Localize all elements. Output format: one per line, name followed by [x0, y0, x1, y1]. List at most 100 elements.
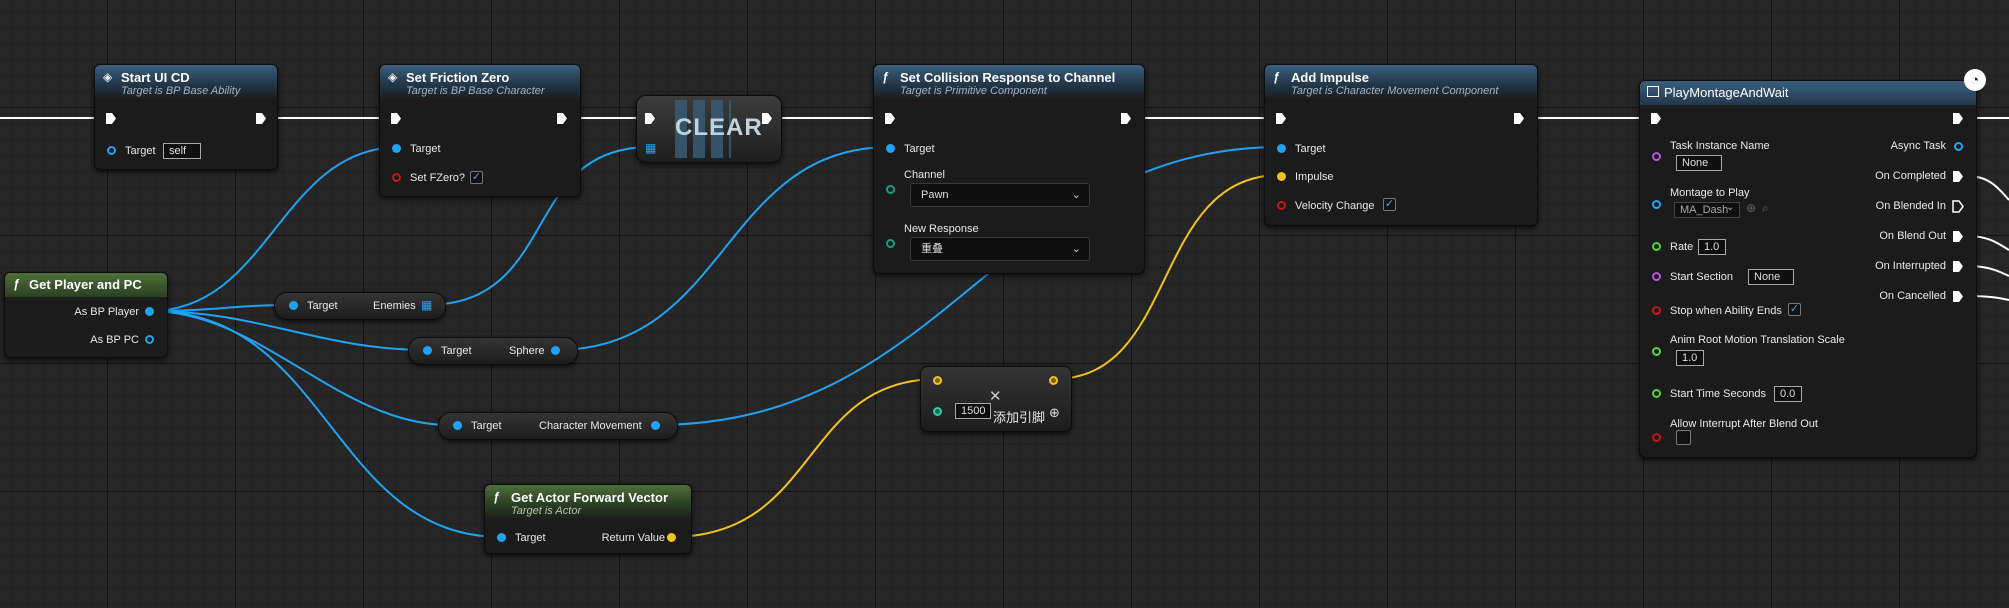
multiplier-field[interactable]: 1500 [955, 403, 991, 419]
get-sphere-node[interactable]: Target Sphere [408, 337, 578, 365]
fzero-pin[interactable] [392, 173, 401, 182]
exec-in-pin[interactable] [1650, 112, 1662, 125]
start-time-field[interactable]: 0.0 [1774, 386, 1802, 402]
on-cancelled-pin[interactable] [1952, 290, 1964, 303]
target-pin[interactable] [497, 533, 506, 542]
add-pin-label[interactable]: 添加引脚 [993, 407, 1045, 426]
target-label: Target [904, 143, 935, 155]
target-label: Target [441, 345, 472, 357]
exec-in-pin[interactable] [105, 112, 117, 125]
on-interrupted-pin[interactable] [1952, 260, 1964, 273]
get-character-movement-node[interactable]: Target Character Movement [438, 412, 678, 440]
as-bp-pc-label: As BP PC [90, 334, 139, 346]
on-completed-pin[interactable] [1952, 170, 1964, 183]
velocity-change-pin[interactable] [1277, 201, 1286, 210]
exec-in-pin[interactable] [1275, 112, 1287, 125]
target-pin[interactable] [107, 146, 116, 155]
node-title: Add Impulse [1291, 70, 1370, 85]
channel-dropdown[interactable]: Pawn ⌄ [910, 183, 1090, 207]
chevron-down-icon[interactable]: ⌄ [1726, 202, 1734, 213]
return-value-pin[interactable] [667, 533, 676, 542]
sphere-out-pin[interactable] [551, 346, 560, 355]
exec-in-pin[interactable] [390, 112, 402, 125]
array-grid-icon[interactable]: ▦ [645, 141, 656, 155]
allow-interrupt-checkbox[interactable] [1676, 430, 1691, 445]
exec-out-pin[interactable] [556, 112, 568, 125]
target-label: Target [471, 420, 502, 432]
exec-out-pin[interactable] [761, 112, 773, 125]
async-task-pin[interactable] [1954, 142, 1963, 151]
play-montage-and-wait-node[interactable]: PlayMontageAndWait ◔ Task Instance Name … [1639, 69, 1986, 458]
response-pin[interactable] [886, 239, 895, 248]
set-collision-response-node[interactable]: ƒ Set Collision Response to Channel Targ… [873, 64, 1145, 274]
channel-label: Channel [904, 169, 945, 181]
task-instance-name-field[interactable]: None [1676, 155, 1722, 171]
exec-out-pin[interactable] [1952, 112, 1964, 125]
exec-out-pin[interactable] [1120, 112, 1132, 125]
stop-when-ends-checkbox[interactable]: ✓ [1788, 303, 1801, 316]
montage-to-play-pin[interactable] [1652, 200, 1661, 209]
rate-field[interactable]: 1.0 [1698, 239, 1726, 255]
exec-in-pin[interactable] [884, 112, 896, 125]
stop-when-ends-pin[interactable] [1652, 306, 1661, 315]
float-in-pin[interactable] [933, 407, 942, 416]
velocity-change-checkbox[interactable]: ✓ [1383, 198, 1396, 211]
function-icon: ƒ [882, 70, 889, 84]
target-pin[interactable] [423, 346, 432, 355]
exec-out-pin[interactable] [255, 112, 267, 125]
target-pin[interactable] [453, 421, 462, 430]
vector-in-pin[interactable] [933, 376, 942, 385]
use-asset-icon[interactable]: ⊕ [1746, 201, 1756, 215]
fzero-checkbox[interactable]: ✓ [470, 171, 483, 184]
impulse-pin[interactable] [1277, 172, 1286, 181]
on-blend-out-pin[interactable] [1952, 230, 1964, 243]
function-icon: ◈ [388, 70, 398, 84]
multiply-node[interactable]: ✕ 1500 添加引脚 ⊕ [920, 366, 1072, 432]
start-ui-cd-node[interactable]: ◈ Start UI CD Target is BP Base Ability … [94, 64, 278, 170]
response-dropdown[interactable]: 重叠 ⌄ [910, 237, 1090, 261]
chevron-down-icon: ⌄ [1071, 189, 1081, 201]
anim-root-motion-field[interactable]: 1.0 [1676, 350, 1704, 366]
vector-out-pin[interactable] [1049, 376, 1058, 385]
target-self-field[interactable]: self [163, 143, 201, 159]
get-player-and-pc-node[interactable]: ƒ Get Player and PC As BP Player As BP P… [4, 272, 168, 358]
allow-interrupt-pin[interactable] [1652, 433, 1661, 442]
function-icon: ƒ [493, 490, 500, 504]
as-bp-pc-pin[interactable] [145, 335, 154, 344]
set-friction-zero-node[interactable]: ◈ Set Friction Zero Target is BP Base Ch… [379, 64, 581, 197]
channel-value: Pawn [921, 189, 949, 201]
target-pin[interactable] [289, 301, 298, 310]
object-wire [554, 146, 892, 351]
anim-root-motion-pin[interactable] [1652, 347, 1661, 356]
montage-to-play-label: Montage to Play [1670, 187, 1750, 199]
on-blended-in-pin[interactable] [1952, 200, 1964, 213]
impulse-label: Impulse [1295, 171, 1334, 183]
target-pin[interactable] [886, 144, 895, 153]
get-actor-forward-vector-node[interactable]: ƒ Get Actor Forward Vector Target is Act… [484, 484, 692, 554]
enemies-label: Enemies [373, 300, 416, 312]
function-icon: ƒ [1273, 70, 1280, 84]
target-pin[interactable] [392, 144, 401, 153]
get-enemies-node[interactable]: Target Enemies ▦ [274, 292, 446, 320]
start-section-pin[interactable] [1652, 272, 1661, 281]
exec-in-pin[interactable] [644, 112, 656, 125]
browse-asset-icon[interactable]: ⌕ [1762, 201, 1769, 216]
stop-when-ends-label: Stop when Ability Ends [1670, 305, 1782, 317]
task-instance-name-label: Task Instance Name [1670, 140, 1770, 152]
clear-node[interactable]: CLEAR ▦ [636, 95, 782, 163]
character-movement-out-pin[interactable] [651, 421, 660, 430]
as-bp-player-pin[interactable] [145, 307, 154, 316]
rate-label: Rate [1670, 241, 1694, 253]
exec-out-pin[interactable] [1513, 112, 1525, 125]
rate-pin[interactable] [1652, 242, 1661, 251]
add-impulse-node[interactable]: ƒ Add Impulse Target is Character Moveme… [1264, 64, 1538, 226]
target-label: Target [125, 145, 156, 157]
add-pin-icon[interactable]: ⊕ [1049, 405, 1060, 421]
task-instance-name-pin[interactable] [1652, 152, 1661, 161]
target-pin[interactable] [1277, 144, 1286, 153]
node-title: PlayMontageAndWait [1664, 85, 1789, 100]
start-section-field[interactable]: None [1748, 269, 1794, 285]
channel-pin[interactable] [886, 185, 895, 194]
array-grid-icon[interactable]: ▦ [421, 298, 432, 312]
start-time-pin[interactable] [1652, 389, 1661, 398]
